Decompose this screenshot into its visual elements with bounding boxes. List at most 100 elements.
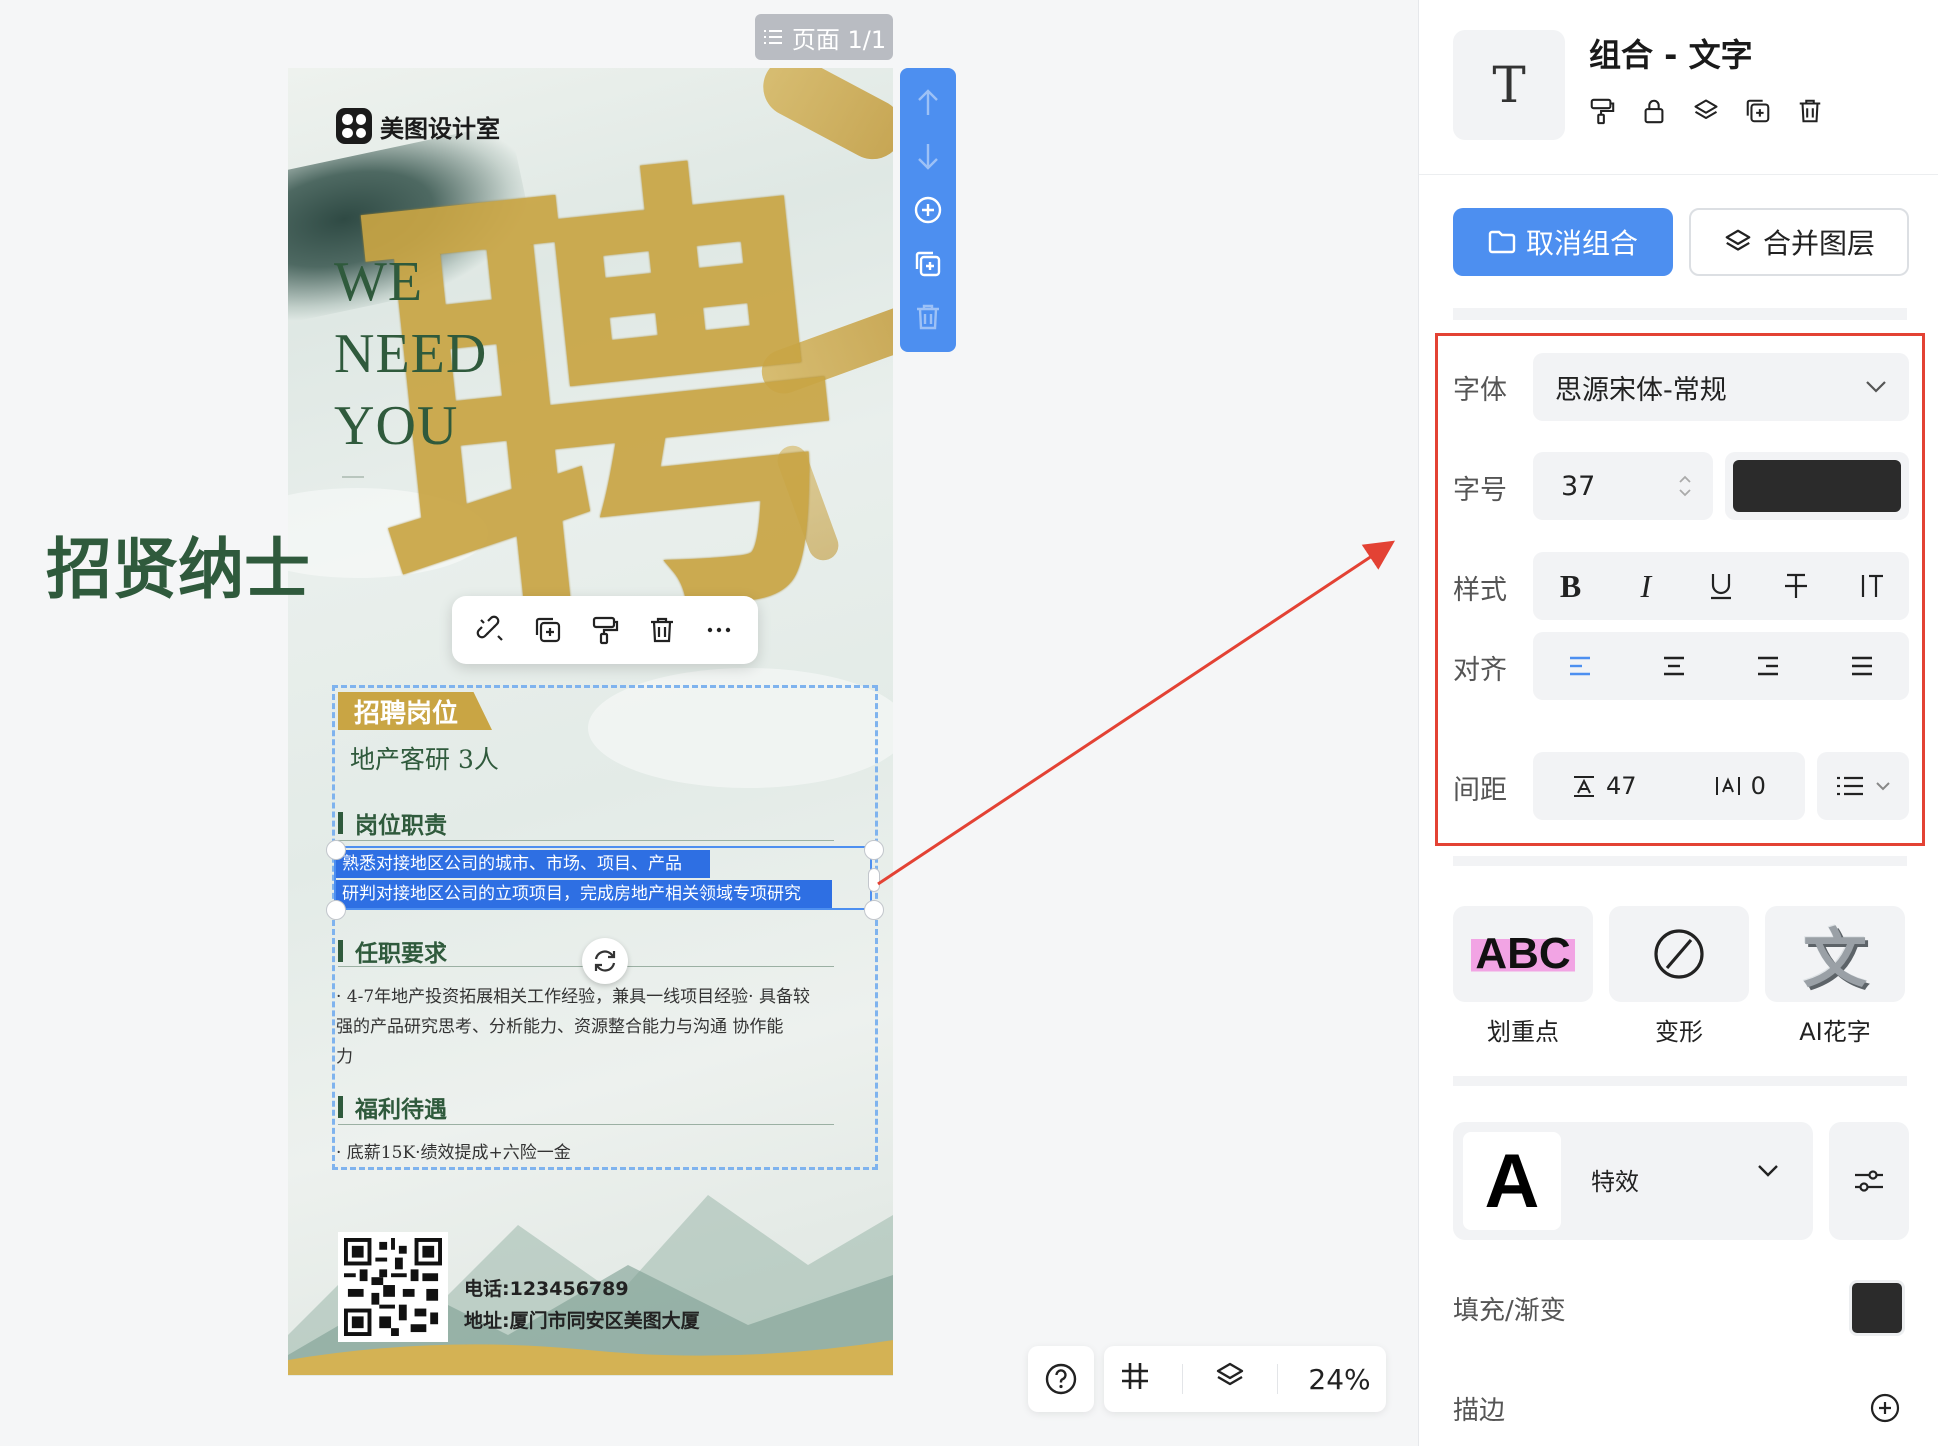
resize-handle[interactable] xyxy=(326,840,346,860)
divider xyxy=(1453,308,1907,320)
divider xyxy=(338,840,834,841)
merge-layers-button[interactable]: 合并图层 xyxy=(1689,208,1909,276)
page-indicator[interactable]: 页面 1/1 xyxy=(755,14,893,60)
font-label: 字体 xyxy=(1453,375,1507,406)
line-spacing-input[interactable]: 0 xyxy=(1715,772,1766,800)
canvas-area: 页面 1/1 美图设计室 聘 WE NEED YOU 招贤纳士 招聘岗位 地产客… xyxy=(0,0,1418,1446)
highlight-icon: ABC xyxy=(1471,929,1575,979)
duty-title[interactable]: 岗位职责 xyxy=(338,806,447,840)
requirement-title[interactable]: 任职要求 xyxy=(338,934,447,968)
effect-settings-button[interactable] xyxy=(1829,1122,1909,1240)
transform-icon xyxy=(1654,929,1704,979)
properties-panel: T 组合 - 文字 取消组合 合并图层 字体 思源宋体-常规 字号 37 样式 … xyxy=(1418,0,1938,1446)
duty-title-label: 岗位职责 xyxy=(355,812,447,839)
rotate-icon[interactable] xyxy=(582,938,628,984)
duplicate-icon[interactable] xyxy=(531,613,565,647)
we-need-you-text[interactable]: WE NEED YOU xyxy=(334,246,487,462)
align-buttons xyxy=(1533,632,1909,700)
effect-dropdown[interactable]: A 特效 xyxy=(1453,1122,1813,1240)
poster-headline[interactable]: 招贤纳士 xyxy=(46,516,310,612)
logo-text: 美图设计室 xyxy=(380,114,500,143)
view-controls: 24% xyxy=(1104,1346,1386,1412)
unlink-icon[interactable] xyxy=(474,613,508,647)
format-painter-icon[interactable] xyxy=(588,613,622,647)
style-buttons: B I xyxy=(1533,552,1909,620)
text-type-icon: T xyxy=(1453,30,1565,140)
font-family-select[interactable]: 思源宋体-常规 xyxy=(1533,353,1909,421)
bold-icon[interactable]: B xyxy=(1549,564,1593,608)
letter-spacing-input[interactable]: 47 xyxy=(1572,772,1637,800)
merge-layers-label: 合并图层 xyxy=(1762,227,1875,260)
brand-logo: 美图设计室 xyxy=(336,108,500,144)
stepper-icon[interactable] xyxy=(1677,471,1693,501)
duplicate-icon[interactable] xyxy=(908,244,948,284)
job-title-text[interactable]: 地产客研 3人 xyxy=(350,740,499,776)
resize-handle[interactable] xyxy=(326,900,346,920)
strikethrough-icon[interactable] xyxy=(1774,564,1818,608)
align-label: 对齐 xyxy=(1453,655,1507,686)
text-color-swatch[interactable] xyxy=(1725,452,1909,520)
we-line: NEED xyxy=(334,323,488,385)
ai-text-icon: 文 xyxy=(1803,923,1867,997)
align-right-icon[interactable] xyxy=(1746,644,1790,688)
align-center-icon[interactable] xyxy=(1652,644,1696,688)
resize-handle[interactable] xyxy=(864,840,884,860)
trash-icon[interactable] xyxy=(645,613,679,647)
requirement-line: 力 xyxy=(336,1047,353,1067)
we-line: YOU xyxy=(334,395,459,457)
zoom-level[interactable]: 24% xyxy=(1308,1363,1370,1396)
transform-effect-card[interactable] xyxy=(1609,906,1749,1002)
layers-icon[interactable] xyxy=(1691,96,1721,126)
list-icon xyxy=(763,30,782,44)
recruit-tag[interactable]: 招聘岗位 xyxy=(338,692,492,730)
fill-gradient-label: 填充/渐变 xyxy=(1453,1296,1566,1326)
phone-text[interactable]: 电话:123456789 xyxy=(464,1274,629,1301)
highlight-effect-card[interactable]: ABC xyxy=(1453,906,1593,1002)
duplicate-icon[interactable] xyxy=(1743,96,1773,126)
more-icon[interactable] xyxy=(702,613,736,647)
layers-icon[interactable] xyxy=(1214,1360,1246,1399)
add-circle-icon[interactable] xyxy=(908,190,948,230)
text-selection-box[interactable] xyxy=(334,846,872,910)
panel-title: 组合 - 文字 xyxy=(1589,36,1753,74)
dash-decoration xyxy=(342,476,364,478)
resize-handle[interactable] xyxy=(864,900,884,920)
vertical-text-icon[interactable] xyxy=(1849,564,1893,608)
font-size-value: 37 xyxy=(1561,470,1596,502)
arrow-up-icon[interactable] xyxy=(908,83,948,123)
requirement-line: · 4-7年地产投资拓展相关工作经验，兼具一线项目经验· 具备较 xyxy=(336,987,810,1007)
align-left-icon[interactable] xyxy=(1558,644,1602,688)
divider xyxy=(1453,1076,1907,1086)
underline-icon[interactable] xyxy=(1699,564,1743,608)
italic-icon[interactable]: I xyxy=(1624,564,1668,608)
spacing-inputs: 47 0 xyxy=(1533,752,1805,820)
effect-preview-icon: A xyxy=(1463,1132,1561,1230)
qr-code[interactable] xyxy=(338,1232,448,1342)
fill-color-swatch[interactable] xyxy=(1849,1280,1905,1336)
lock-icon[interactable] xyxy=(1639,96,1669,126)
resize-handle[interactable] xyxy=(868,868,880,892)
grid-icon[interactable] xyxy=(1119,1360,1151,1399)
divider xyxy=(1419,174,1938,175)
letter-spacing-icon xyxy=(1574,776,1595,797)
trash-icon[interactable] xyxy=(1795,96,1825,126)
benefit-title[interactable]: 福利待遇 xyxy=(338,1090,447,1124)
chevron-down-icon xyxy=(1876,782,1890,791)
ai-text-effect-card[interactable]: 文 xyxy=(1765,906,1905,1002)
font-size-input[interactable]: 37 xyxy=(1533,452,1713,520)
trash-icon[interactable] xyxy=(908,297,948,337)
add-stroke-icon[interactable] xyxy=(1869,1392,1901,1424)
spacing-label: 间距 xyxy=(1453,775,1507,806)
arrow-down-icon[interactable] xyxy=(908,136,948,176)
format-painter-icon[interactable] xyxy=(1587,96,1617,126)
page-indicator-label: 页面 1/1 xyxy=(791,25,887,54)
list-icon xyxy=(1837,776,1863,796)
divider xyxy=(1453,856,1907,866)
help-button[interactable] xyxy=(1028,1346,1094,1412)
align-justify-icon[interactable] xyxy=(1840,644,1884,688)
address-text[interactable]: 地址:厦门市同安区美图大厦 xyxy=(464,1306,700,1333)
chevron-down-icon xyxy=(1866,381,1886,393)
requirement-text[interactable]: · 4-7年地产投资拓展相关工作经验，兼具一线项目经验· 具备较 强的产品研究思… xyxy=(336,982,810,1072)
ungroup-button[interactable]: 取消组合 xyxy=(1453,208,1673,276)
list-style-dropdown[interactable] xyxy=(1817,752,1909,820)
